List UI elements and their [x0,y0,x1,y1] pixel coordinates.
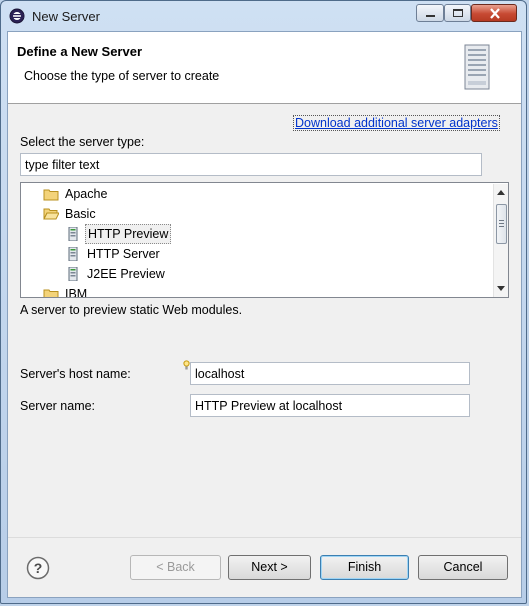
folder-open-icon [43,208,59,220]
footer-separator [8,537,521,538]
wizard-header: Define a New Server Choose the type of s… [8,32,521,104]
page-subtitle: Choose the type of server to create [24,69,220,83]
type-filter-input[interactable] [20,153,482,176]
title-bar: New Server [0,0,529,32]
finish-button[interactable]: Finish [320,555,409,580]
scroll-down-arrow-icon[interactable] [497,286,505,291]
close-icon [490,8,500,19]
minimize-icon [426,15,435,17]
maximize-icon [453,9,463,17]
eclipse-app-icon [9,8,25,24]
server-name-input[interactable] [190,394,470,417]
host-name-input[interactable] [190,362,470,385]
window-title: New Server [32,9,100,24]
back-button[interactable]: < Back [130,555,221,580]
server-description: A server to preview static Web modules. [20,303,243,317]
download-adapters-link[interactable]: Download additional server adapters [293,115,500,131]
scroll-thumb[interactable] [496,204,507,244]
server-icon [68,267,78,281]
server-name-label: Server name: [20,399,96,413]
next-button[interactable]: Next > [228,555,311,580]
tree-vertical-scrollbar[interactable] [493,184,508,297]
help-icon[interactable]: ? [26,556,50,580]
folder-icon [43,189,59,201]
minimize-button[interactable] [416,4,444,22]
cancel-button[interactable]: Cancel [418,555,508,580]
server-type-tree[interactable]: Apache Basic HTTP Preview HTTP Server J2… [20,182,509,298]
server-banner-icon [464,44,490,90]
page-title: Define a New Server [17,44,143,59]
host-name-label: Server's host name: [20,367,131,381]
maximize-button[interactable] [444,4,471,22]
server-icon [68,247,78,261]
content-assist-bulb-icon [183,360,190,370]
close-button[interactable] [471,4,517,22]
server-type-label: Select the server type: [20,135,145,149]
dialog-client-area: Define a New Server Choose the type of s… [7,31,522,598]
server-icon [68,227,78,241]
folder-icon [43,289,59,297]
scroll-up-arrow-icon[interactable] [497,190,505,195]
svg-text:?: ? [34,560,43,576]
